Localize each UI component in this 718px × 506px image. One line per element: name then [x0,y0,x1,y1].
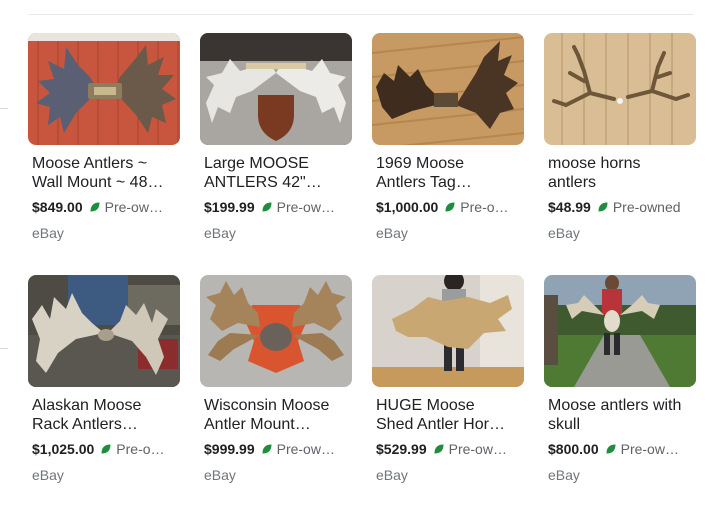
product-title-line: skull [548,416,581,433]
leaf-icon [434,444,444,454]
product-card[interactable]: moose horns antlers $48.99 Pre-owned eBay [544,33,696,264]
product-title[interactable]: Alaskan Moose Rack Antlers… [28,396,180,434]
price-row: $1,000.00 Pre-o… [372,198,524,216]
divider [28,14,694,15]
product-image[interactable] [200,275,352,387]
condition-label: Pre-ow… [276,441,335,457]
leaf-icon [598,202,608,212]
product-image[interactable] [28,275,180,387]
leaf-icon [262,202,272,212]
price-row: $48.99 Pre-owned [544,198,696,216]
product-source: eBay [32,225,64,241]
product-title-line: Moose antlers with [548,397,682,414]
product-card[interactable]: Moose antlers with skull $800.00 Pre-ow… … [544,275,696,506]
price-row: $849.00 Pre-ow… [28,198,180,216]
product-source: eBay [204,225,236,241]
product-card[interactable]: Alaskan Moose Rack Antlers… $1,025.00 Pre… [28,275,180,506]
condition-label: Pre-owned [612,199,681,215]
product-title[interactable]: moose horns antlers [544,154,696,192]
leaf-icon [101,444,111,454]
product-card[interactable]: Wisconsin Moose Antler Mount… $999.99 Pre… [200,275,352,506]
product-title-line: Antler Mount… [204,416,311,433]
condition-label: Pre-ow… [620,441,679,457]
product-price: $1,000.00 [376,199,439,215]
product-source: eBay [376,467,408,483]
product-price: $48.99 [548,199,591,215]
condition-label: Pre-ow… [448,441,507,457]
product-price: $1,025.00 [32,441,95,457]
product-title-line: Wisconsin Moose [204,397,330,414]
product-title[interactable]: Large MOOSE ANTLERS 42"… [200,154,352,192]
product-image[interactable] [544,275,696,387]
price-row: $800.00 Pre-ow… [544,440,696,458]
leaf-icon [262,444,272,454]
product-price: $999.99 [204,441,255,457]
product-image[interactable] [28,33,180,145]
product-title-line: Antlers Tag… [376,174,472,191]
product-title[interactable]: Moose Antlers ~ Wall Mount ~ 48… [28,154,180,192]
product-image[interactable] [372,33,524,145]
product-source: eBay [32,467,64,483]
product-source: eBay [376,225,408,241]
divider [0,108,8,109]
product-source: eBay [548,467,580,483]
product-title-line: Wall Mount ~ 48… [32,174,164,191]
product-title-line: Alaskan Moose [32,397,142,414]
product-grid: Moose Antlers ~ Wall Mount ~ 48… $849.00… [28,33,702,506]
price-row: $999.99 Pre-ow… [200,440,352,458]
product-title-line: 1969 Moose [376,155,465,172]
product-card[interactable]: HUGE Moose Shed Antler Hor… $529.99 Pre-o… [372,275,524,506]
product-source: eBay [548,225,580,241]
product-image[interactable] [372,275,524,387]
leaf-icon [90,202,100,212]
product-title[interactable]: 1969 Moose Antlers Tag… [372,154,524,192]
leaf-icon [606,444,616,454]
product-title-line: Moose Antlers ~ [32,155,148,172]
product-source: eBay [204,467,236,483]
price-row: $529.99 Pre-ow… [372,440,524,458]
price-row: $1,025.00 Pre-o… [28,440,180,458]
product-card[interactable]: 1969 Moose Antlers Tag… $1,000.00 Pre-o… … [372,33,524,264]
product-title-line: Large MOOSE [204,155,309,172]
product-price: $849.00 [32,199,83,215]
product-title-line: moose horns [548,155,641,172]
condition-label: Pre-o… [116,441,165,457]
product-title-line: HUGE Moose [376,397,475,414]
product-image[interactable] [544,33,696,145]
product-card[interactable]: Large MOOSE ANTLERS 42"… $199.99 Pre-ow… … [200,33,352,264]
product-price: $199.99 [204,199,255,215]
product-image[interactable] [200,33,352,145]
product-title-line: antlers [548,174,597,191]
divider [0,348,8,349]
product-title[interactable]: Moose antlers with skull [544,396,696,434]
leaf-icon [445,202,455,212]
product-title[interactable]: HUGE Moose Shed Antler Hor… [372,396,524,434]
condition-label: Pre-o… [460,199,509,215]
product-title-line: Shed Antler Hor… [376,416,505,433]
condition-label: Pre-ow… [276,199,335,215]
condition-label: Pre-ow… [104,199,163,215]
product-title[interactable]: Wisconsin Moose Antler Mount… [200,396,352,434]
product-title-line: Rack Antlers… [32,416,138,433]
product-title-line: ANTLERS 42"… [204,174,322,191]
product-card[interactable]: Moose Antlers ~ Wall Mount ~ 48… $849.00… [28,33,180,264]
product-price: $800.00 [548,441,599,457]
price-row: $199.99 Pre-ow… [200,198,352,216]
product-price: $529.99 [376,441,427,457]
